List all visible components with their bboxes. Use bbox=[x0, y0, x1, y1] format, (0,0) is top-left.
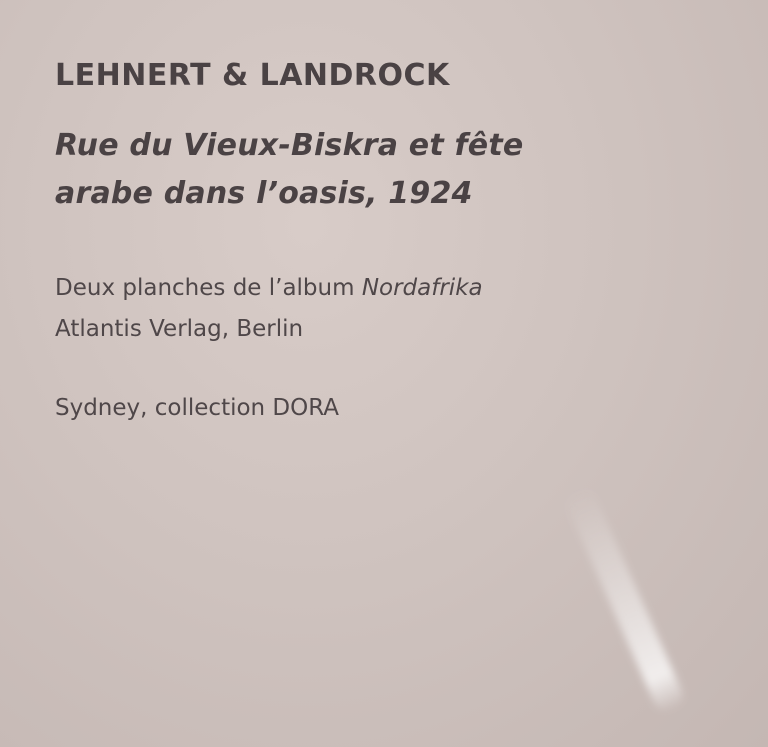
album-name: Nordafrika bbox=[361, 275, 483, 301]
artist-name: LEHNERT & LANDROCK bbox=[55, 58, 450, 93]
description-prefix: Deux planches de l’album bbox=[55, 275, 362, 301]
light-reflection bbox=[562, 484, 688, 716]
description-line: Deux planches de l’album Nordafrika bbox=[55, 275, 483, 301]
artwork-title-line-2: arabe dans l’oasis, 1924 bbox=[55, 176, 473, 211]
artwork-title-line-1: Rue du Vieux-Biskra et fête bbox=[55, 128, 524, 163]
museum-label: LEHNERT & LANDROCK Rue du Vieux-Biskra e… bbox=[0, 0, 768, 747]
publisher-line: Atlantis Verlag, Berlin bbox=[55, 316, 304, 342]
collection-line: Sydney, collection DORA bbox=[55, 395, 340, 421]
